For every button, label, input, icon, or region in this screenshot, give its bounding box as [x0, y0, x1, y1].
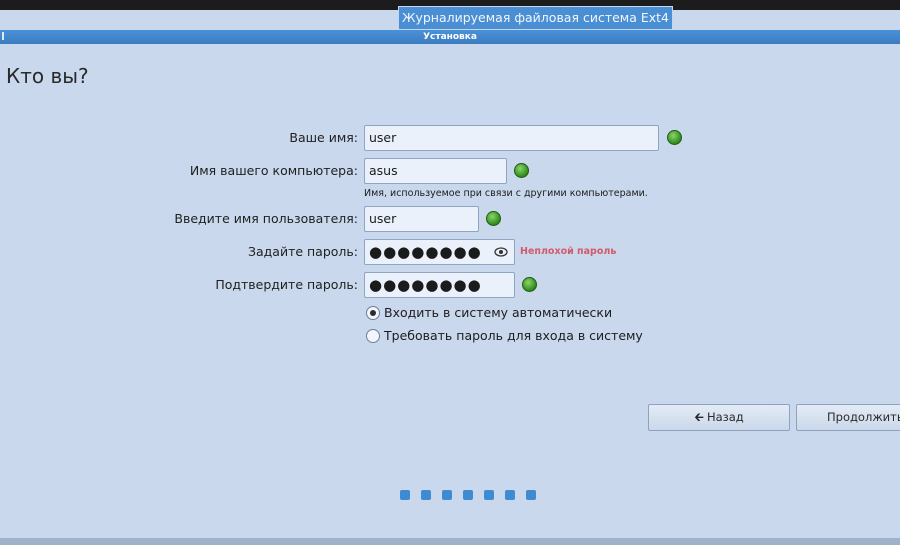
- login-require-label: Требовать пароль для входа в систему: [384, 328, 643, 343]
- window-title: Установка: [423, 32, 477, 42]
- progress-dot: [442, 490, 452, 500]
- window-menu-icon[interactable]: [2, 32, 7, 40]
- login-require-option[interactable]: Требовать пароль для входа в систему: [366, 327, 643, 345]
- tooltip: Журналируемая файловая система Ext4: [398, 6, 673, 30]
- computer-name-field[interactable]: asus: [364, 158, 507, 184]
- password-dots: ●●●●●●●●: [369, 243, 482, 261]
- progress-dot: [463, 490, 473, 500]
- login-auto-option[interactable]: Входить в систему автоматически: [366, 304, 612, 322]
- back-button[interactable]: 🡰 Назад: [648, 404, 790, 431]
- confirm-label: Подтвердите пароль:: [215, 277, 358, 292]
- name-label: Ваше имя:: [289, 130, 358, 145]
- password-field[interactable]: ●●●●●●●●: [364, 239, 515, 265]
- confirm-ok-icon: [522, 277, 537, 292]
- radio-auto[interactable]: [366, 306, 380, 320]
- window-titlebar[interactable]: Установка: [0, 30, 900, 44]
- login-auto-label: Входить в систему автоматически: [384, 305, 613, 320]
- password-label: Задайте пароль:: [247, 244, 358, 259]
- progress-dot: [505, 490, 515, 500]
- progress-dot: [421, 490, 431, 500]
- name-field[interactable]: user: [364, 125, 659, 151]
- radio-require[interactable]: [366, 329, 380, 343]
- continue-label: Продолжить: [827, 410, 900, 424]
- progress-dot: [484, 490, 494, 500]
- username-field[interactable]: user: [364, 206, 479, 232]
- password-strength: Неплохой пароль: [520, 246, 617, 257]
- continue-button[interactable]: Продолжить: [796, 404, 900, 431]
- computer-ok-icon: [514, 163, 529, 178]
- computer-label: Имя вашего компьютера:: [189, 163, 358, 178]
- username-ok-icon: [486, 211, 501, 226]
- confirm-password-field[interactable]: ●●●●●●●●: [364, 272, 515, 298]
- name-ok-icon: [667, 130, 682, 145]
- username-label: Введите имя пользователя:: [174, 211, 358, 226]
- back-arrow-icon: 🡰: [694, 410, 704, 424]
- computer-hint: Имя, используемое при связи с другими ко…: [364, 188, 648, 199]
- progress-dot: [400, 490, 410, 500]
- back-label: Назад: [706, 410, 744, 424]
- page-title: Кто вы?: [6, 64, 89, 88]
- show-password-icon[interactable]: [494, 246, 508, 258]
- bottom-edge: [0, 538, 900, 545]
- progress-dot: [526, 490, 536, 500]
